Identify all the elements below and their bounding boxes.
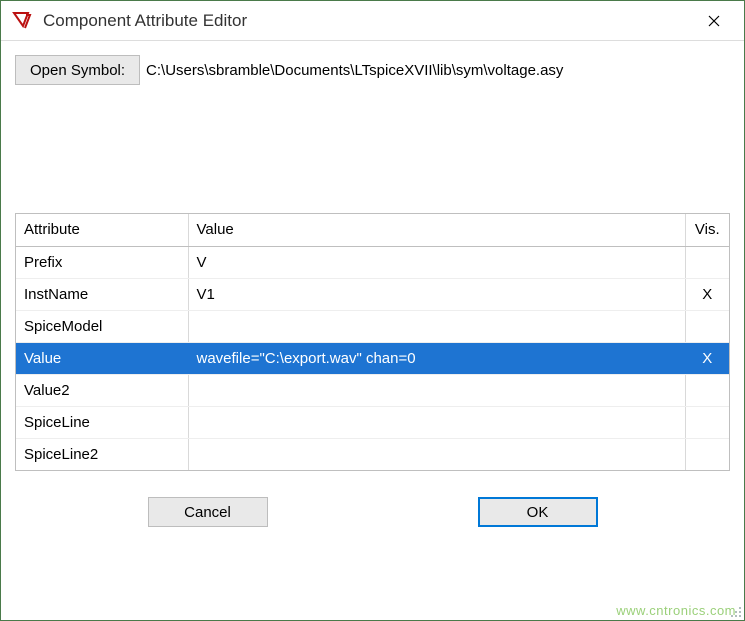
cell-value[interactable]	[188, 406, 685, 438]
cell-vis[interactable]	[685, 246, 729, 278]
cell-attribute[interactable]: SpiceLine2	[16, 438, 188, 470]
table-row[interactable]: InstNameV1X	[16, 278, 729, 310]
cell-attribute[interactable]: Prefix	[16, 246, 188, 278]
cell-attribute[interactable]: SpiceLine	[16, 406, 188, 438]
attribute-grid[interactable]: Attribute Value Vis. PrefixVInstNameV1XS…	[15, 213, 730, 471]
cell-vis[interactable]	[685, 438, 729, 470]
window-title: Component Attribute Editor	[43, 11, 692, 31]
cell-vis[interactable]	[685, 406, 729, 438]
dialog-button-row: Cancel OK	[15, 471, 730, 545]
spacer	[15, 95, 730, 213]
content-area: Open Symbol: C:\Users\sbramble\Documents…	[1, 41, 744, 620]
app-icon	[11, 10, 33, 32]
table-row[interactable]: Value2	[16, 374, 729, 406]
open-symbol-row: Open Symbol: C:\Users\sbramble\Documents…	[15, 55, 730, 85]
cell-value[interactable]	[188, 374, 685, 406]
cell-attribute[interactable]: InstName	[16, 278, 188, 310]
titlebar: Component Attribute Editor	[1, 1, 744, 41]
close-button[interactable]	[692, 5, 736, 37]
cell-attribute[interactable]: Value2	[16, 374, 188, 406]
table-row[interactable]: SpiceLine	[16, 406, 729, 438]
cell-attribute[interactable]: Value	[16, 342, 188, 374]
col-header-value[interactable]: Value	[188, 214, 685, 246]
table-row[interactable]: Valuewavefile="C:\export.wav" chan=0X	[16, 342, 729, 374]
open-symbol-button[interactable]: Open Symbol:	[15, 55, 140, 85]
cell-value[interactable]: V1	[188, 278, 685, 310]
cell-vis[interactable]	[685, 310, 729, 342]
close-icon	[708, 15, 720, 27]
col-header-attribute[interactable]: Attribute	[16, 214, 188, 246]
table-row[interactable]: SpiceModel	[16, 310, 729, 342]
cell-vis[interactable]	[685, 374, 729, 406]
cell-value[interactable]: wavefile="C:\export.wav" chan=0	[188, 342, 685, 374]
cell-value[interactable]: V	[188, 246, 685, 278]
cell-value[interactable]	[188, 438, 685, 470]
dialog-window: Component Attribute Editor Open Symbol: …	[0, 0, 745, 621]
table-row[interactable]: SpiceLine2	[16, 438, 729, 470]
symbol-path: C:\Users\sbramble\Documents\LTspiceXVII\…	[146, 62, 730, 79]
grid-header-row: Attribute Value Vis.	[16, 214, 729, 246]
col-header-vis[interactable]: Vis.	[685, 214, 729, 246]
cell-vis[interactable]: X	[685, 278, 729, 310]
cancel-button[interactable]: Cancel	[148, 497, 268, 527]
cell-value[interactable]	[188, 310, 685, 342]
cell-attribute[interactable]: SpiceModel	[16, 310, 188, 342]
table-row[interactable]: PrefixV	[16, 246, 729, 278]
ok-button[interactable]: OK	[478, 497, 598, 527]
cell-vis[interactable]: X	[685, 342, 729, 374]
